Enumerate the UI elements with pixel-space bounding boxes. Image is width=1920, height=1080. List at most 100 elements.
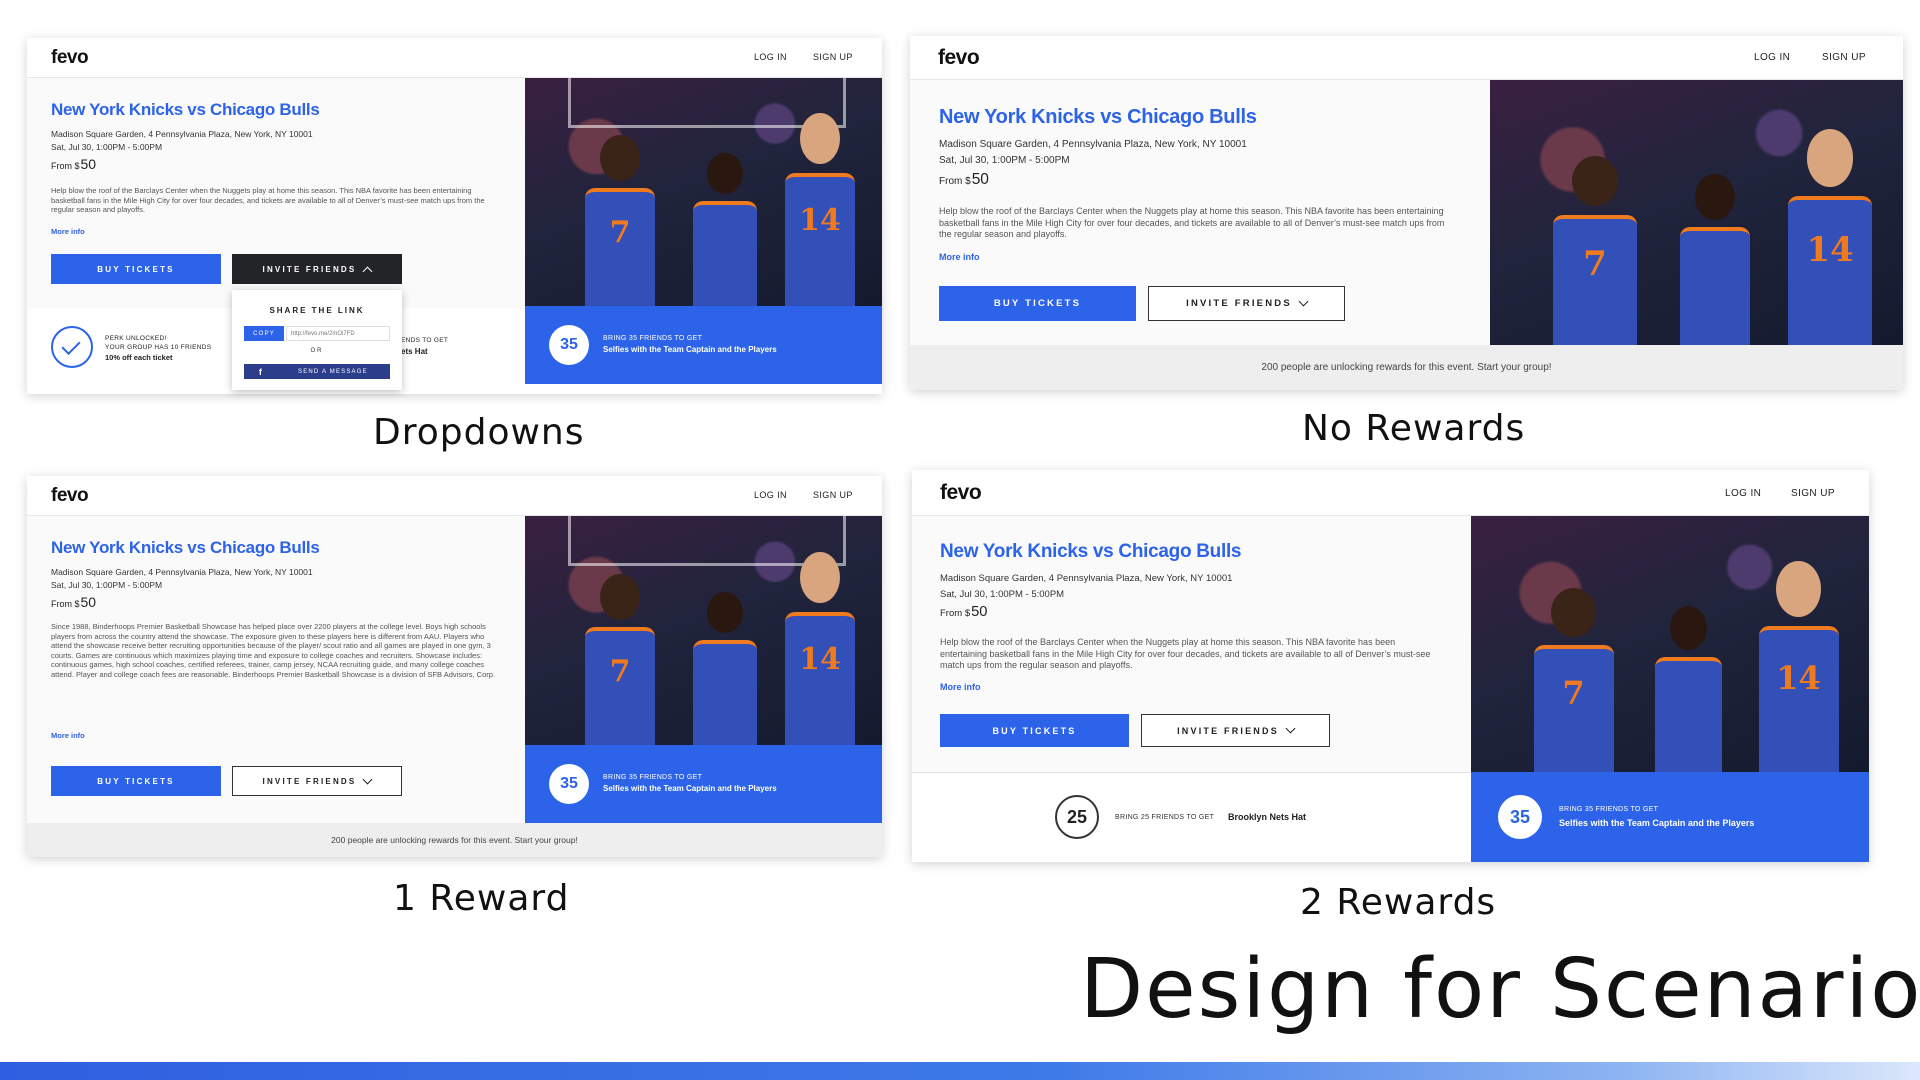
player-middle [1636, 587, 1741, 772]
event-description: Help blow the roof of the Barclays Cente… [51, 186, 485, 215]
reward-35: 35 BRING 35 FRIENDS TO GET Selfies with … [525, 745, 882, 823]
mockup-two-rewards: fevo LOG IN SIGN UP New York Knicks vs C… [912, 470, 1869, 862]
buy-label: BUY TICKETS [97, 264, 175, 274]
player-jersey [1679, 227, 1751, 345]
reward-35: 35 BRING 35 FRIENDS TO GET Selfies with … [1471, 772, 1869, 862]
reward-label: BRING 35 FRIENDS TO GET [603, 774, 703, 781]
share-url-field[interactable]: http://fevo.me/2mOi7FD [286, 326, 390, 341]
login-link[interactable]: LOG IN [754, 52, 787, 62]
player-left: 7 [1511, 567, 1636, 772]
share-link-label: SHARE THE LINK [269, 306, 365, 315]
player-left: 7 [565, 116, 675, 306]
event-address: Madison Square Garden, 4 Pennsylvania Pl… [940, 573, 1233, 584]
invite-friends-button[interactable]: INVITE FRIENDS [1148, 286, 1345, 321]
player-head [800, 551, 840, 604]
player-jersey [784, 172, 856, 306]
logo[interactable]: fevo [51, 485, 89, 507]
buy-tickets-button[interactable]: BUY TICKETS [939, 286, 1136, 321]
caption-no-rewards: No Rewards [1302, 408, 1526, 449]
player-head [1669, 605, 1708, 650]
player-jersey [784, 611, 856, 745]
player-head [707, 153, 743, 194]
bottom-accent-bar [0, 1062, 1920, 1080]
player-jersey [1654, 657, 1723, 772]
reward-prize: Selfies with the Team Captain and the Pl… [1559, 818, 1755, 828]
partial-reward-prize: ets Hat [401, 347, 428, 356]
header: fevo LOG IN SIGN UP [27, 476, 882, 516]
invite-label: INVITE FRIENDS [262, 264, 357, 274]
jersey-number: 7 [1583, 244, 1607, 285]
mockup-no-rewards: fevo LOG IN SIGN UP New York Knicks vs C… [910, 36, 1903, 390]
perk-line3: 10% off each ticket [105, 353, 173, 362]
reward-count: 35 [549, 325, 589, 365]
login-link[interactable]: LOG IN [1754, 52, 1790, 63]
check-circle-icon [51, 326, 93, 368]
reward-prize: Brooklyn Nets Hat [1228, 812, 1307, 822]
price-value: 50 [971, 171, 989, 188]
login-link[interactable]: LOG IN [754, 490, 787, 500]
player-head [1571, 156, 1619, 207]
signup-link[interactable]: SIGN UP [813, 52, 853, 62]
logo[interactable]: fevo [938, 46, 980, 70]
copy-button[interactable]: COPY [244, 326, 284, 341]
logo[interactable]: fevo [940, 481, 982, 505]
invite-label: INVITE FRIENDS [1177, 725, 1279, 736]
signup-link[interactable]: SIGN UP [1822, 52, 1866, 63]
reward-prize: Selfies with the Team Captain and the Pl… [603, 345, 777, 354]
invite-friends-button[interactable]: INVITE FRIENDS [232, 766, 402, 796]
player-right: 14 [1765, 105, 1895, 345]
perk-line1: PERK UNLOCKED! [105, 335, 167, 342]
player-head [600, 135, 640, 181]
chevron-down-icon [1285, 723, 1296, 734]
player-jersey [693, 200, 757, 306]
buy-tickets-button[interactable]: BUY TICKETS [51, 766, 221, 796]
copy-label: COPY [253, 330, 275, 337]
send-message-button[interactable]: f SEND A MESSAGE [244, 364, 390, 379]
event-date: Sat, Jul 30, 1:00PM - 5:00PM [940, 589, 1065, 600]
logo[interactable]: fevo [51, 47, 89, 69]
player-right: 14 [765, 530, 875, 745]
player-middle [675, 136, 775, 306]
caption-dropdowns: Dropdowns [373, 412, 585, 453]
event-title: New York Knicks vs Chicago Bulls [939, 106, 1257, 128]
facebook-icon: f [258, 366, 264, 377]
send-message-label: SEND A MESSAGE [298, 368, 368, 375]
more-info-link[interactable]: More info [51, 731, 85, 740]
invite-friends-button[interactable]: INVITE FRIENDS [232, 254, 402, 284]
price-prefix: From [51, 599, 72, 609]
jersey-number: 7 [609, 214, 631, 250]
reward-label: BRING 35 FRIENDS TO GET [603, 335, 703, 342]
player-head [600, 574, 640, 620]
price-value: 50 [80, 594, 97, 610]
price-currency: $ [964, 608, 971, 619]
invite-friends-button[interactable]: INVITE FRIENDS [1141, 714, 1330, 747]
caption-one-reward: 1 Reward [393, 878, 570, 919]
buy-label: BUY TICKETS [993, 298, 1082, 309]
player-head [1806, 129, 1854, 187]
price-prefix: From [940, 608, 963, 619]
more-info-link[interactable]: More info [940, 682, 981, 692]
buy-tickets-button[interactable]: BUY TICKETS [940, 714, 1129, 747]
player-head [1776, 560, 1821, 617]
more-info-link[interactable]: More info [939, 252, 980, 262]
buy-tickets-button[interactable]: BUY TICKETS [51, 254, 221, 284]
slide: fevo LOG IN SIGN UP New York Knicks vs C… [0, 0, 1920, 1080]
signup-link[interactable]: SIGN UP [813, 490, 853, 500]
footer-message: 200 people are unlocking rewards for thi… [27, 823, 882, 857]
reward-count: 35 [549, 764, 589, 804]
signup-link[interactable]: SIGN UP [1791, 488, 1835, 499]
more-info-link[interactable]: More info [51, 227, 85, 236]
chevron-down-icon [1298, 296, 1309, 307]
player-left: 7 [565, 555, 675, 745]
reward-label: BRING 25 FRIENDS TO GET [1115, 814, 1215, 821]
jersey-number: 7 [1562, 673, 1585, 712]
login-link[interactable]: LOG IN [1725, 488, 1761, 499]
reward-count: 35 [1498, 795, 1542, 839]
event-info: New York Knicks vs Chicago Bulls Madison… [910, 80, 1490, 345]
event-photo: 7 14 [525, 516, 882, 745]
event-photo: 7 14 [1490, 80, 1903, 345]
event-description: Help blow the roof of the Barclays Cente… [939, 206, 1445, 240]
footer-message: 200 people are unlocking rewards for thi… [910, 345, 1903, 390]
price-value: 50 [971, 604, 988, 620]
event-title: New York Knicks vs Chicago Bulls [940, 541, 1242, 562]
